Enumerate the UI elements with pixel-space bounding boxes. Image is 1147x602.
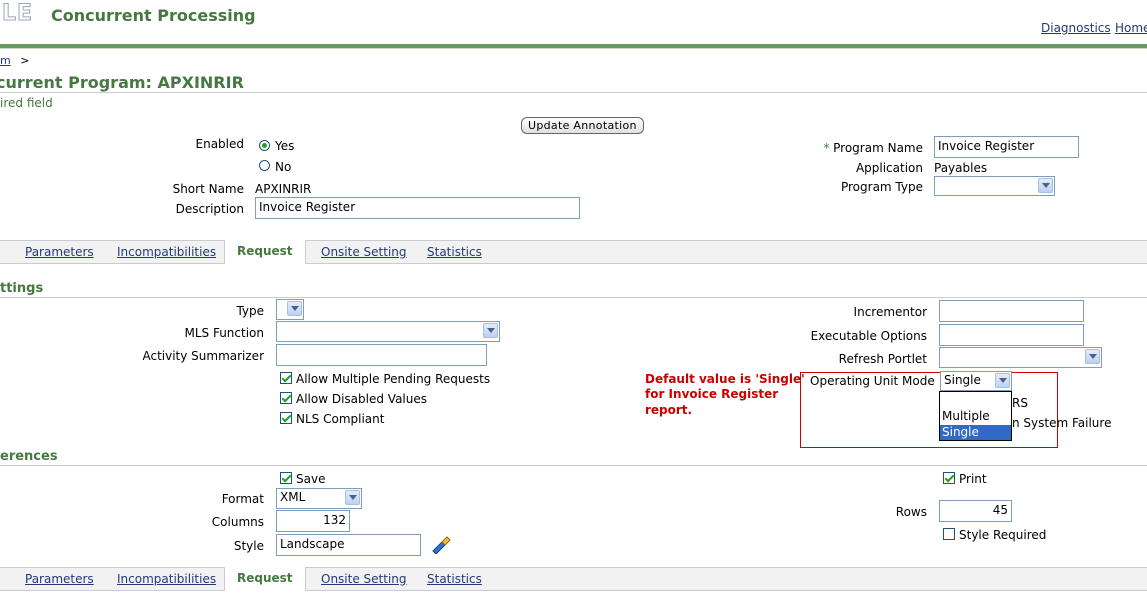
columns-field[interactable]: 132: [276, 510, 350, 532]
option-multiple[interactable]: Multiple: [942, 409, 990, 423]
operating-unit-mode-value: Single: [944, 373, 981, 387]
style-field[interactable]: Landscape: [276, 534, 421, 556]
style-required-checkbox[interactable]: [943, 528, 955, 540]
application-label: Application: [855, 161, 923, 175]
mls-function-select[interactable]: [276, 321, 500, 342]
format-select[interactable]: XML: [276, 488, 362, 509]
annotation-line-3: report.: [645, 403, 693, 417]
executable-options-label: Executable Options: [810, 329, 927, 343]
application-value: Payables: [934, 161, 988, 175]
hidden-text-1: RS: [1012, 396, 1028, 410]
title-divider: [0, 92, 1147, 93]
short-name-label: Short Name: [172, 182, 244, 196]
chevron-down-icon[interactable]: [1085, 349, 1100, 364]
tab-onsite-setting[interactable]: Onsite Setting: [321, 572, 407, 586]
home-link[interactable]: Home: [1115, 21, 1147, 35]
operating-unit-mode-dropdown: Multiple Single: [939, 391, 1012, 441]
refresh-portlet-label: Refresh Portlet: [838, 352, 927, 366]
enabled-yes-label: Yes: [275, 139, 295, 153]
refresh-portlet-select[interactable]: [939, 347, 1102, 368]
header-divider-thin: [0, 48, 1147, 49]
operating-unit-mode-select[interactable]: Single: [940, 371, 1012, 391]
program-name-field[interactable]: Invoice Register: [934, 136, 1079, 158]
tab-statistics[interactable]: Statistics: [427, 245, 482, 259]
preferences-divider: [0, 465, 1147, 466]
short-name-value: APXINRIR: [255, 182, 312, 196]
annotation-line-2: for Invoice Register: [645, 387, 779, 401]
required-hint: ired field: [0, 96, 53, 110]
format-value: XML: [280, 490, 306, 504]
program-type-select[interactable]: [934, 176, 1055, 196]
chevron-down-icon[interactable]: [483, 323, 498, 338]
allow-disabled-label: Allow Disabled Values: [296, 392, 427, 406]
rows-field[interactable]: 45: [939, 500, 1012, 522]
chevron-down-icon[interactable]: [1038, 178, 1053, 193]
allow-disabled-checkbox[interactable]: [280, 392, 292, 404]
tab-incompatibilities[interactable]: Incompatibilities: [117, 245, 216, 259]
chevron-down-icon[interactable]: [287, 301, 302, 316]
save-label: Save: [296, 472, 326, 486]
tab-statistics[interactable]: Statistics: [427, 572, 482, 586]
tab-request[interactable]: Request: [224, 567, 306, 591]
incrementor-field[interactable]: [939, 300, 1084, 322]
allow-multiple-label: Allow Multiple Pending Requests: [296, 372, 491, 386]
tab-parameters[interactable]: Parameters: [25, 572, 94, 586]
mls-function-label: MLS Function: [184, 326, 264, 340]
format-label: Format: [221, 492, 264, 506]
tab-bar-bottom: Parameters Incompatibilities Request Ons…: [0, 567, 1147, 591]
style-required-label: Style Required: [959, 528, 1047, 542]
nls-compliant-checkbox[interactable]: [280, 412, 292, 424]
operating-unit-mode-label: Operating Unit Mode: [810, 374, 935, 388]
enabled-no-radio[interactable]: [259, 160, 270, 171]
app-title: Concurrent Processing: [51, 6, 256, 25]
annotation-line-1: Default value is 'Single': [645, 372, 805, 386]
enabled-yes-radio[interactable]: [259, 140, 270, 151]
nls-compliant-label: NLS Compliant: [296, 412, 385, 426]
hidden-text-2: n System Failure: [1012, 416, 1112, 430]
chevron-down-icon[interactable]: [345, 490, 360, 505]
breadcrumb: m >: [0, 54, 29, 67]
required-star-icon: *: [823, 141, 834, 155]
tab-bar-top: Parameters Incompatibilities Request Ons…: [0, 240, 1147, 264]
columns-label: Columns: [211, 515, 264, 529]
flashlight-search-icon[interactable]: [430, 534, 452, 555]
settings-divider: [0, 297, 1147, 298]
tab-onsite-setting[interactable]: Onsite Setting: [321, 245, 407, 259]
print-label: Print: [959, 472, 987, 486]
enabled-label: Enabled: [195, 137, 245, 151]
program-name-label-text: Program Name: [833, 141, 923, 155]
logo-text: LE: [1, 1, 34, 27]
rows-label: Rows: [895, 505, 927, 519]
save-checkbox[interactable]: [280, 472, 292, 484]
settings-section-title: ttings: [0, 281, 44, 296]
print-checkbox[interactable]: [943, 472, 955, 484]
page-title: current Program: APXINRIR: [0, 73, 244, 92]
description-field[interactable]: Invoice Register: [255, 197, 580, 219]
breadcrumb-link[interactable]: m: [0, 54, 11, 67]
allow-multiple-checkbox[interactable]: [280, 372, 292, 384]
preferences-section-title: erences: [0, 449, 58, 464]
type-label: Type: [236, 304, 264, 318]
breadcrumb-separator: >: [20, 54, 30, 67]
logo: LE: [0, 1, 48, 27]
style-label: Style: [233, 539, 264, 553]
tab-incompatibilities[interactable]: Incompatibilities: [117, 572, 216, 586]
enabled-no-label: No: [275, 160, 292, 174]
activity-summarizer-field[interactable]: [276, 344, 487, 366]
option-single[interactable]: Single: [940, 425, 1011, 440]
program-type-label: Program Type: [840, 180, 923, 194]
incrementor-label: Incrementor: [853, 305, 927, 319]
update-annotation-button[interactable]: Update Annotation: [521, 117, 644, 134]
description-label: Description: [175, 202, 244, 216]
tab-parameters[interactable]: Parameters: [25, 245, 94, 259]
activity-summarizer-label: Activity Summarizer: [142, 349, 264, 363]
tab-request[interactable]: Request: [224, 240, 306, 264]
executable-options-field[interactable]: [939, 324, 1084, 346]
chevron-down-icon[interactable]: [995, 373, 1010, 388]
program-name-label: * Program Name: [823, 141, 923, 155]
diagnostics-link[interactable]: Diagnostics: [1041, 21, 1111, 35]
type-select[interactable]: [276, 299, 304, 320]
